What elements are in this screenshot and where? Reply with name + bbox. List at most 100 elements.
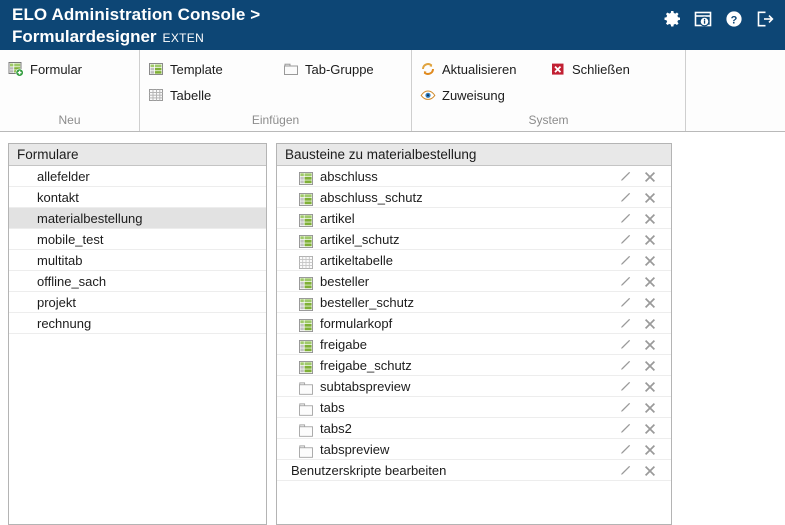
delete-x-icon[interactable] [643, 400, 657, 414]
edit-pencil-icon[interactable] [618, 421, 632, 435]
row-actions [618, 295, 657, 309]
row-actions [618, 358, 657, 372]
bausteine-list-item[interactable]: Benutzerskripte bearbeiten [277, 460, 671, 481]
delete-x-icon[interactable] [643, 295, 657, 309]
formulare-list-item[interactable]: projekt [9, 292, 266, 313]
ribbon-column: Template Tabelle [140, 56, 275, 108]
delete-x-icon[interactable] [643, 169, 657, 183]
bausteine-list[interactable]: abschluss abschluss_schutz artikel artikel_… [277, 166, 671, 524]
button-template[interactable]: Template [140, 56, 275, 82]
formulare-list-item[interactable]: rechnung [9, 313, 266, 334]
edit-pencil-icon[interactable] [618, 316, 632, 330]
formulare-list-item[interactable]: materialbestellung [9, 208, 266, 229]
bausteine-item-label: formularkopf [320, 315, 393, 331]
row-actions [618, 274, 657, 288]
gear-icon[interactable] [662, 9, 682, 29]
delete-x-icon[interactable] [643, 232, 657, 246]
bausteine-list-item[interactable]: artikel_schutz [277, 229, 671, 250]
bausteine-item-label: tabspreview [320, 441, 390, 457]
template-icon [299, 317, 313, 332]
bausteine-list-item[interactable]: artikel [277, 208, 671, 229]
edit-pencil-icon[interactable] [618, 379, 632, 393]
delete-x-icon[interactable] [643, 442, 657, 456]
formulare-item-label: materialbestellung [37, 210, 143, 226]
logout-icon[interactable] [755, 9, 775, 29]
delete-x-icon[interactable] [643, 316, 657, 330]
formulare-list[interactable]: allefelder kontakt materialbestellung mobil… [9, 166, 266, 524]
edit-pencil-icon[interactable] [618, 463, 632, 477]
button-schliessen[interactable]: Schließen [542, 56, 638, 82]
template-icon [299, 212, 313, 227]
delete-x-icon[interactable] [643, 337, 657, 351]
button-aktualisieren[interactable]: Aktualisieren [412, 56, 542, 82]
panel-formulare-header: Formulare [9, 144, 266, 166]
formulare-list-item[interactable]: multitab [9, 250, 266, 271]
button-tabelle[interactable]: Tabelle [140, 82, 275, 108]
bausteine-list-item[interactable]: freigabe [277, 334, 671, 355]
formulare-list-item[interactable]: allefelder [9, 166, 266, 187]
ribbon-group-empty [686, 50, 785, 131]
bausteine-list-item[interactable]: freigabe_schutz [277, 355, 671, 376]
info-window-icon[interactable] [693, 9, 713, 29]
delete-x-icon[interactable] [643, 421, 657, 435]
help-icon[interactable]: ? [724, 9, 744, 29]
bausteine-list-item[interactable]: subtabspreview [277, 376, 671, 397]
delete-x-icon[interactable] [643, 211, 657, 225]
panel-formulare: Formulare allefelder kontakt materialbeste… [8, 143, 267, 525]
button-tab-gruppe-label: Tab-Gruppe [305, 61, 374, 77]
button-zuweisung[interactable]: Zuweisung [412, 82, 542, 108]
bausteine-list-item[interactable]: tabs [277, 397, 671, 418]
title-bar-icons: ? [662, 9, 775, 29]
delete-x-icon[interactable] [643, 274, 657, 288]
delete-x-icon[interactable] [643, 379, 657, 393]
bausteine-list-item[interactable]: artikeltabelle [277, 250, 671, 271]
bausteine-list-item[interactable]: abschluss [277, 166, 671, 187]
bausteine-list-item[interactable]: besteller_schutz [277, 292, 671, 313]
edit-pencil-icon[interactable] [618, 169, 632, 183]
button-formular[interactable]: Formular [0, 56, 90, 82]
edit-pencil-icon[interactable] [618, 295, 632, 309]
edit-pencil-icon[interactable] [618, 274, 632, 288]
edit-pencil-icon[interactable] [618, 337, 632, 351]
template-icon [299, 359, 313, 374]
bausteine-list-item[interactable]: besteller [277, 271, 671, 292]
bausteine-list-item[interactable]: abschluss_schutz [277, 187, 671, 208]
edit-pencil-icon[interactable] [618, 232, 632, 246]
delete-x-icon[interactable] [643, 463, 657, 477]
template-icon [299, 233, 313, 248]
bausteine-list-item[interactable]: tabs2 [277, 418, 671, 439]
formulare-item-label: mobile_test [37, 231, 104, 247]
row-actions [618, 337, 657, 351]
ribbon-group-neu-label: Neu [58, 113, 81, 127]
delete-x-icon[interactable] [643, 358, 657, 372]
formulare-item-label: allefelder [37, 168, 90, 184]
row-actions [618, 442, 657, 456]
edit-pencil-icon[interactable] [618, 190, 632, 204]
button-schliessen-label: Schließen [572, 61, 630, 77]
edit-pencil-icon[interactable] [618, 211, 632, 225]
formulare-list-item[interactable]: offline_sach [9, 271, 266, 292]
button-tab-gruppe[interactable]: Tab-Gruppe [275, 56, 382, 82]
ribbon-column: Schließen [542, 56, 638, 108]
edit-pencil-icon[interactable] [618, 442, 632, 456]
bausteine-item-label: artikeltabelle [320, 252, 393, 268]
row-actions [618, 232, 657, 246]
ribbon-column: Tab-Gruppe [275, 56, 382, 108]
module-title: Formulardesigner [12, 27, 157, 46]
edit-pencil-icon[interactable] [618, 400, 632, 414]
bausteine-list-item[interactable]: formularkopf [277, 313, 671, 334]
bausteine-list-item[interactable]: tabspreview [277, 439, 671, 460]
button-aktualisieren-label: Aktualisieren [442, 61, 517, 77]
delete-x-icon[interactable] [643, 190, 657, 204]
eye-icon [420, 87, 436, 103]
formulare-list-item[interactable]: mobile_test [9, 229, 266, 250]
button-template-label: Template [170, 61, 223, 77]
row-actions [618, 316, 657, 330]
table-icon [148, 87, 164, 103]
edit-pencil-icon[interactable] [618, 253, 632, 267]
delete-x-icon[interactable] [643, 253, 657, 267]
ribbon-group-empty-label [686, 127, 785, 131]
edit-pencil-icon[interactable] [618, 358, 632, 372]
formulare-list-item[interactable]: kontakt [9, 187, 266, 208]
tabgroup-icon [299, 443, 313, 458]
